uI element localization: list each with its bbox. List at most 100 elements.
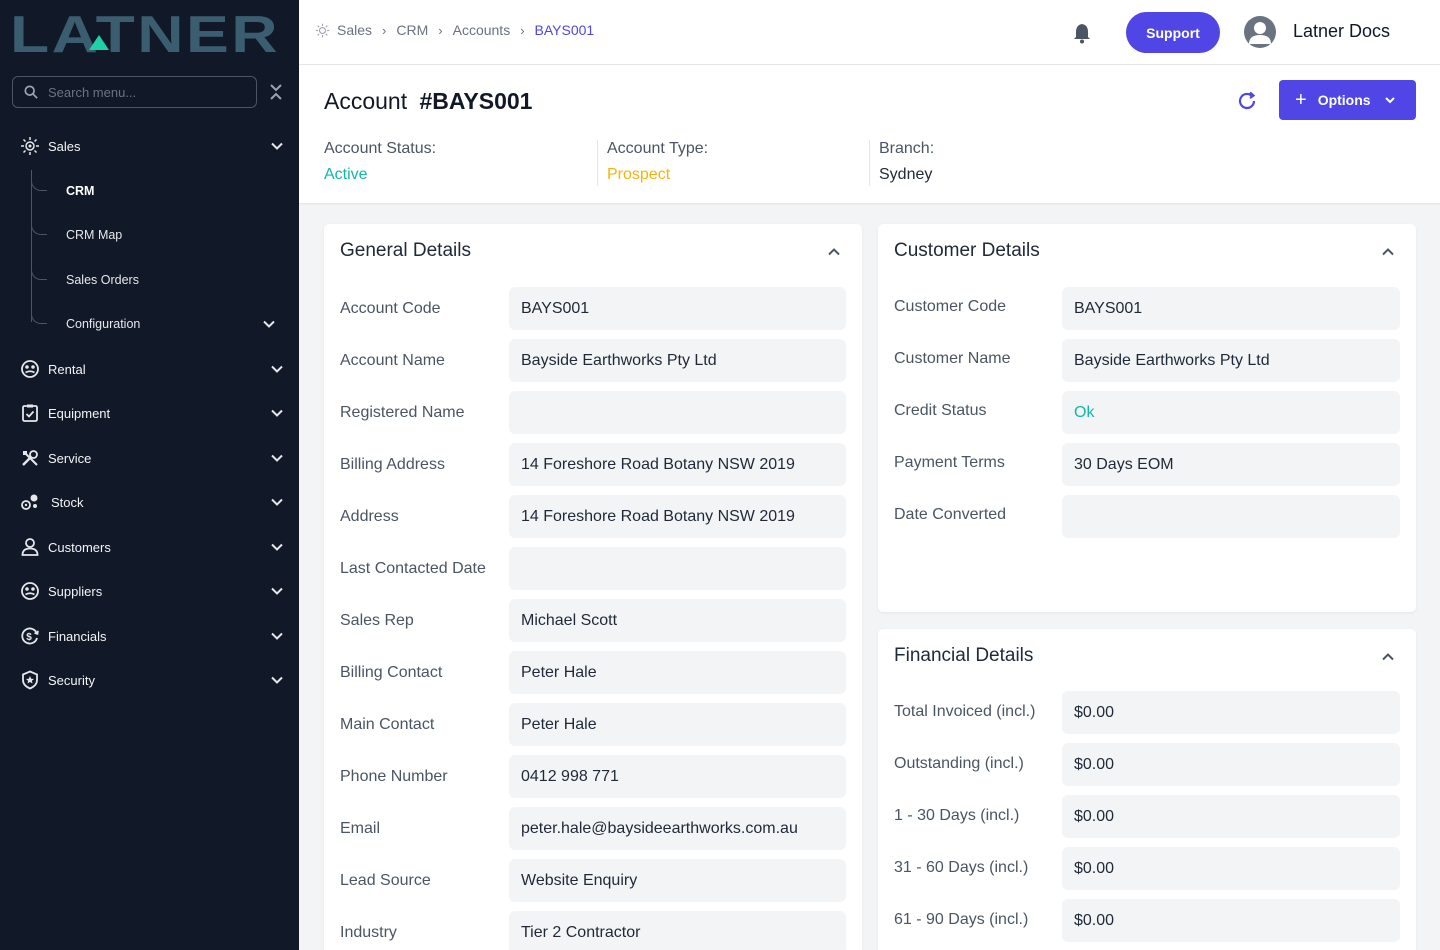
sidebar-item-label: Financials (48, 628, 107, 644)
sidebar-sub-item-sales-orders[interactable]: Sales Orders (31, 262, 291, 298)
refresh-icon[interactable] (1236, 90, 1258, 112)
customer-details-card: Customer Details Customer Code BAYS001 C… (878, 224, 1416, 612)
logo-text: LATNER (10, 10, 280, 56)
chevron-down-icon (271, 409, 283, 417)
sidebar-sub-item-crm-map[interactable]: CRM Map (31, 217, 291, 253)
stock-icon (19, 491, 41, 513)
breadcrumb-current: BAYS001 (534, 22, 595, 38)
sidebar-item-label: Equipment (48, 405, 111, 421)
avatar[interactable] (1244, 16, 1276, 48)
field-label: 61 - 90 Days (incl.) (894, 911, 1029, 928)
registered-name-field[interactable] (509, 391, 846, 434)
field-label: Billing Address (340, 456, 445, 473)
chevron-down-icon (263, 320, 275, 328)
sub-item-label: CRM Map (66, 228, 123, 242)
financial-details-card: Financial Details Total Invoiced (incl.)… (878, 629, 1416, 950)
user-name[interactable]: Latner Docs (1293, 21, 1390, 42)
field-label: Billing Contact (340, 664, 443, 681)
chevron-down-icon (271, 543, 283, 551)
last-contacted-date-field[interactable] (509, 547, 846, 590)
customer-code-field[interactable]: BAYS001 (1062, 287, 1400, 330)
chevron-up-icon[interactable] (1381, 245, 1395, 259)
aging-31-60-field[interactable]: $0.00 (1062, 847, 1400, 890)
sidebar-item-sales[interactable]: Sales (0, 126, 299, 166)
sidebar-item-service[interactable]: Service (0, 438, 299, 478)
field-label: Last Contacted Date (340, 560, 486, 577)
chevron-up-icon[interactable] (1381, 650, 1395, 664)
search-input[interactable] (48, 84, 238, 100)
sidebar-item-financials[interactable]: $ Financials (0, 616, 299, 656)
breadcrumb-item[interactable]: Sales (337, 22, 372, 38)
address-field[interactable]: 14 Foreshore Road Botany NSW 2019 (509, 495, 846, 538)
main-contact-field[interactable]: Peter Hale (509, 703, 846, 746)
breadcrumb-item[interactable]: CRM (396, 22, 428, 38)
account-type: Account Type: Prospect (597, 140, 708, 186)
field-label: Registered Name (340, 404, 465, 421)
outstanding-field[interactable]: $0.00 (1062, 743, 1400, 786)
sidebar-item-customers[interactable]: Customers (0, 527, 299, 567)
account-status-value: Active (324, 166, 368, 183)
sidebar-item-label: Security (48, 672, 95, 688)
options-button[interactable]: + Options (1279, 80, 1416, 120)
sidebar-item-suppliers[interactable]: Suppliers (0, 571, 299, 611)
chevron-down-icon (271, 142, 283, 150)
sidebar-item-label: Suppliers (48, 583, 103, 599)
sidebar-item-label: Customers (48, 539, 111, 555)
user-avatar-icon (1249, 22, 1271, 44)
chevron-down-icon (271, 587, 283, 595)
billing-address-field[interactable]: 14 Foreshore Road Botany NSW 2019 (509, 443, 846, 486)
breadcrumb-item[interactable]: Accounts (453, 22, 511, 38)
sidebar-item-stock[interactable]: Stock (0, 482, 299, 522)
breadcrumb: Sales › CRM › Accounts › BAYS001 (315, 22, 594, 38)
top-bar: Sales › CRM › Accounts › BAYS001 Support… (299, 0, 1440, 65)
phone-number-field[interactable]: 0412 998 771 (509, 755, 846, 798)
field-label: Sales Rep (340, 612, 414, 629)
credit-status-field[interactable]: Ok (1062, 391, 1400, 434)
chevron-down-icon (271, 498, 283, 506)
sub-item-label: CRM (66, 184, 95, 198)
sidebar-item-security[interactable]: Security (0, 660, 299, 700)
sidebar-item-equipment[interactable]: Equipment (0, 393, 299, 433)
collapse-sidebar-icon[interactable] (268, 80, 284, 104)
search-icon (24, 85, 38, 99)
sidebar-sub-item-configuration[interactable]: Configuration (31, 306, 291, 342)
field-label: Main Contact (340, 716, 435, 733)
billing-contact-field[interactable]: Peter Hale (509, 651, 846, 694)
svg-text:$: $ (26, 632, 32, 643)
total-invoiced-field[interactable]: $0.00 (1062, 691, 1400, 734)
plus-icon: + (1295, 88, 1307, 111)
general-details-card: General Details Account Code BAYS001 Acc… (324, 224, 862, 950)
aging-61-90-field[interactable]: $0.00 (1062, 899, 1400, 942)
field-label: 1 - 30 Days (incl.) (894, 807, 1020, 824)
chevron-down-icon (271, 676, 283, 684)
chevron-down-icon (271, 365, 283, 373)
card-title: General Details (340, 240, 471, 261)
menu-search[interactable] (12, 76, 257, 108)
customer-name-field[interactable]: Bayside Earthworks Pty Ltd (1062, 339, 1400, 382)
sidebar: LATNER Sales CRM CRM Map Sales Orders Co… (0, 0, 299, 950)
financials-icon: $ (19, 625, 41, 647)
sidebar-item-label: Rental (48, 361, 86, 377)
industry-field[interactable]: Tier 2 Contractor (509, 911, 846, 950)
support-button[interactable]: Support (1126, 12, 1220, 53)
account-id: #BAYS001 (419, 88, 533, 114)
date-converted-field[interactable] (1062, 495, 1400, 538)
email-field[interactable]: peter.hale@baysideearthworks.com.au (509, 807, 846, 850)
chevron-up-icon[interactable] (827, 245, 841, 259)
sidebar-item-rental[interactable]: Rental (0, 349, 299, 389)
lead-source-field[interactable]: Website Enquiry (509, 859, 846, 902)
account-code-field[interactable]: BAYS001 (509, 287, 846, 330)
sales-icon (19, 135, 41, 157)
account-name-field[interactable]: Bayside Earthworks Pty Ltd (509, 339, 846, 382)
aging-1-30-field[interactable]: $0.00 (1062, 795, 1400, 838)
chevron-right-icon: › (382, 22, 387, 38)
payment-terms-field[interactable]: 30 Days EOM (1062, 443, 1400, 486)
field-label: 31 - 60 Days (incl.) (894, 859, 1029, 876)
bell-icon[interactable] (1071, 22, 1093, 44)
page-title: Account #BAYS001 (324, 88, 532, 115)
sidebar-sub-item-crm[interactable]: CRM (31, 173, 291, 209)
latner-logo: LATNER (10, 10, 280, 56)
sidebar-item-label: Stock (51, 494, 84, 510)
sidebar-item-label: Sales (48, 138, 81, 154)
sales-rep-field[interactable]: Michael Scott (509, 599, 846, 642)
